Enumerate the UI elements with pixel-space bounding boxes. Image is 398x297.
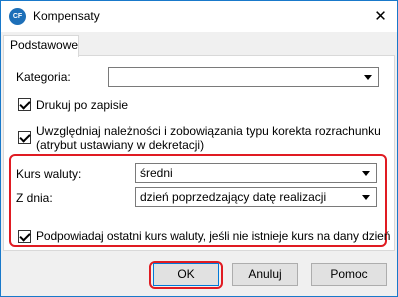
chevron-down-icon	[362, 195, 370, 200]
drukuj-checkbox[interactable]	[18, 98, 31, 111]
uwzgledniaj-label-line2: (atrybut ustawiany w dekretacji)	[36, 138, 205, 152]
title-bar: CF Kompensaty ✕	[1, 1, 397, 32]
uwzgledniaj-checkbox[interactable]	[18, 131, 31, 144]
help-button[interactable]: Pomoc	[311, 263, 387, 286]
kategoria-select[interactable]	[108, 67, 379, 87]
zdnia-select[interactable]: dzień poprzedzający datę realizacji	[135, 187, 377, 207]
ok-button[interactable]: OK	[153, 263, 219, 286]
kurs-select[interactable]: średni	[135, 163, 377, 183]
tab-bar: Podstawowe	[1, 32, 397, 57]
podpowiadaj-checkbox[interactable]	[18, 230, 31, 243]
dialog-window: CF Kompensaty ✕ Podstawowe Kategoria: Dr…	[0, 0, 398, 297]
tab-panel: Kategoria: Drukuj po zapisie Uwzględniaj…	[3, 55, 395, 251]
app-logo-icon: CF	[9, 8, 26, 25]
chevron-down-icon	[364, 75, 372, 80]
chevron-down-icon	[362, 171, 370, 176]
close-icon[interactable]: ✕	[364, 1, 397, 32]
zdnia-value: dzień poprzedzający datę realizacji	[140, 190, 327, 204]
drukuj-label: Drukuj po zapisie	[36, 98, 129, 112]
kurs-label: Kurs waluty:	[16, 167, 82, 181]
zdnia-label: Z dnia:	[16, 191, 53, 205]
kurs-value: średni	[140, 166, 173, 180]
uwzgledniaj-label-line1: Uwzględniaj należności i zobowiązania ty…	[36, 124, 381, 138]
kategoria-label: Kategoria:	[16, 70, 71, 84]
window-title: Kompensaty	[33, 9, 100, 23]
podpowiadaj-label: Podpowiadaj ostatni kurs waluty, jeśli n…	[36, 229, 391, 243]
cancel-button[interactable]: Anuluj	[232, 263, 298, 286]
tab-podstawowe[interactable]: Podstawowe	[3, 35, 79, 57]
